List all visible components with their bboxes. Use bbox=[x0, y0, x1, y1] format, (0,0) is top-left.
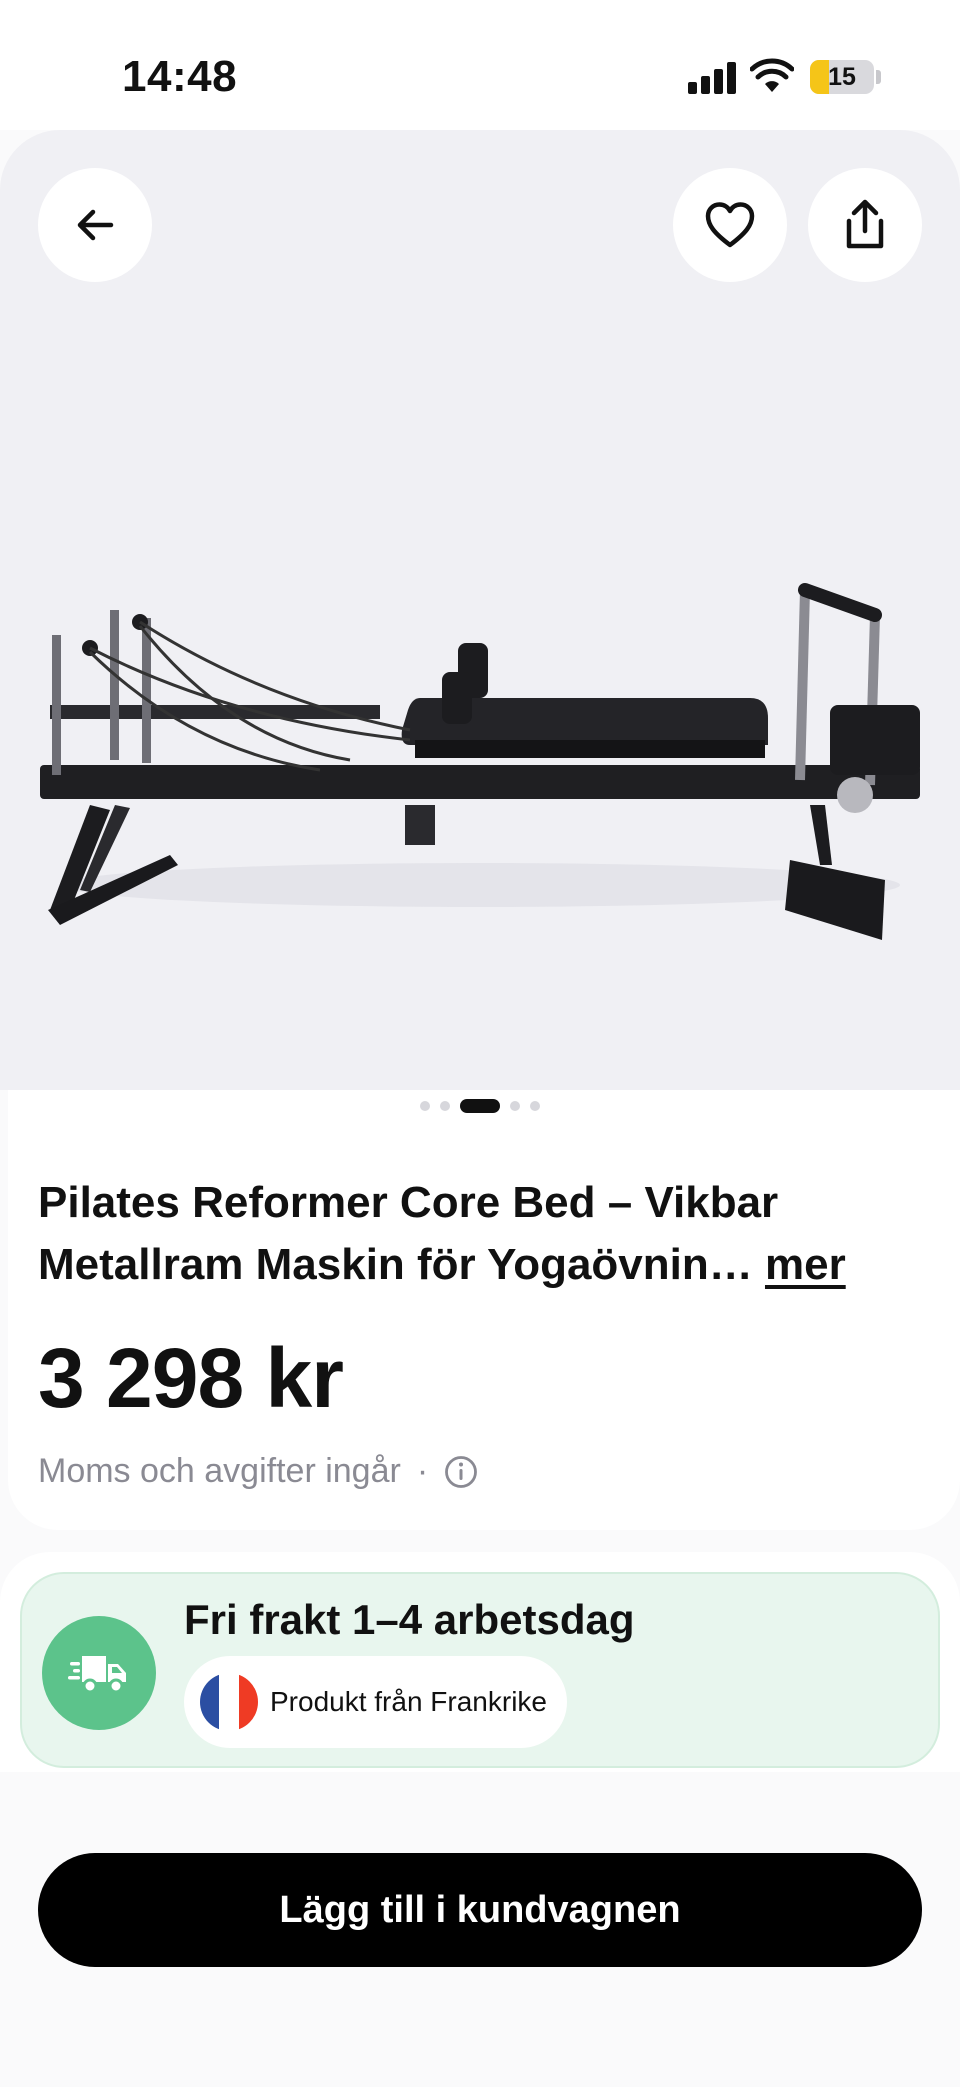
carousel-indicator bbox=[0, 1098, 960, 1114]
tax-note-text: Moms och avgifter ingår bbox=[38, 1452, 401, 1490]
carousel-dot[interactable] bbox=[510, 1101, 520, 1111]
tax-separator: · bbox=[416, 1452, 429, 1490]
product-title: Pilates Reformer Core Bed – Vikbar Metal… bbox=[38, 1172, 918, 1296]
status-time: 14:48 bbox=[122, 52, 238, 101]
origin-text: Produkt från Frankrike bbox=[270, 1686, 547, 1717]
battery-icon: 15 bbox=[810, 60, 874, 94]
product-price: 3 298 kr bbox=[38, 1331, 344, 1425]
carousel-dot[interactable] bbox=[530, 1101, 540, 1111]
arrow-left-icon bbox=[77, 209, 114, 241]
product-image-gallery[interactable] bbox=[0, 130, 960, 1090]
battery-tip bbox=[876, 70, 881, 84]
carousel-dot[interactable] bbox=[440, 1101, 450, 1111]
back-button[interactable] bbox=[38, 168, 152, 282]
read-more-link[interactable]: mer bbox=[765, 1240, 846, 1289]
status-bar: 14:48 15 bbox=[0, 0, 960, 130]
heart-icon bbox=[705, 202, 755, 248]
shipping-card[interactable]: Fri frakt 1–4 arbetsdag Produkt från Fra… bbox=[20, 1572, 940, 1768]
origin-badge: Produkt från Frankrike bbox=[184, 1656, 567, 1748]
truck-badge bbox=[42, 1616, 156, 1730]
carousel-dot[interactable] bbox=[420, 1101, 430, 1111]
share-button[interactable] bbox=[808, 168, 922, 282]
add-to-cart-button[interactable]: Lägg till i kundvagnen bbox=[38, 1853, 922, 1967]
product-title-text: Pilates Reformer Core Bed – Vikbar Metal… bbox=[38, 1178, 779, 1289]
pilates-reformer-image bbox=[40, 583, 920, 940]
product-info-card: Pilates Reformer Core Bed – Vikbar Metal… bbox=[8, 1090, 960, 1530]
share-icon bbox=[846, 199, 884, 249]
tax-note: Moms och avgifter ingår · bbox=[38, 1452, 478, 1491]
favorite-button[interactable] bbox=[673, 168, 787, 282]
france-flag-icon bbox=[200, 1673, 258, 1731]
signal-icon bbox=[688, 62, 736, 94]
shipping-section: Fri frakt 1–4 arbetsdag Produkt från Fra… bbox=[0, 1552, 960, 1772]
shipping-title: Fri frakt 1–4 arbetsdag bbox=[184, 1596, 635, 1643]
wifi-icon bbox=[750, 58, 794, 92]
info-icon[interactable] bbox=[444, 1455, 478, 1489]
battery-level: 15 bbox=[828, 63, 856, 91]
truck-icon bbox=[68, 1656, 126, 1694]
carousel-dot-active[interactable] bbox=[460, 1099, 500, 1113]
